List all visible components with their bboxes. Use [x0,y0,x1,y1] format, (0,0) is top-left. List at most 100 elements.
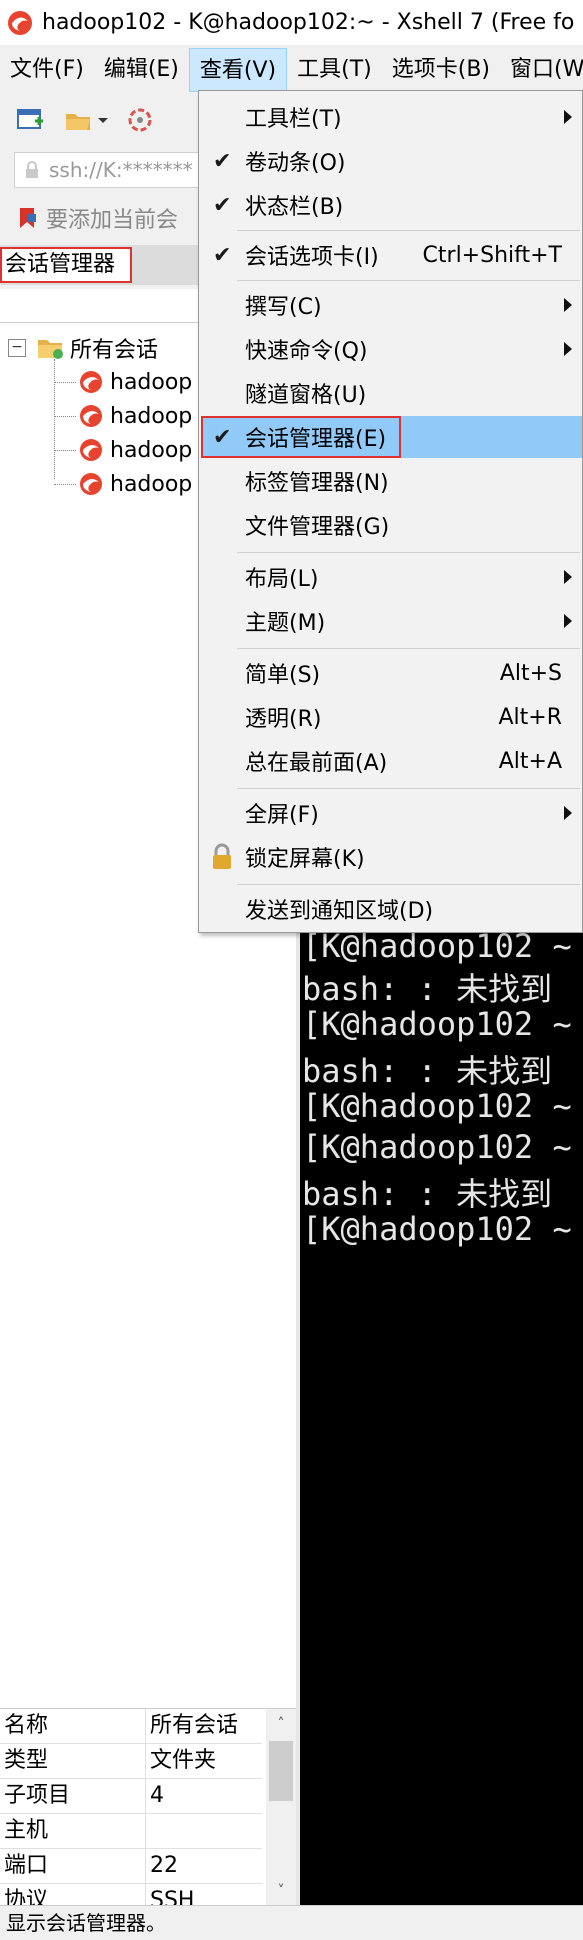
menu-view[interactable]: 查看(V) [188,48,288,92]
property-value [146,1814,262,1848]
view-menu-item-session-manager[interactable]: ✔ 会话管理器(E) [201,416,582,458]
menu-bar: 文件(F) 编辑(E) 查看(V) 工具(T) 选项卡(B) 窗口(W [0,48,583,92]
view-menu-item-scrollbar[interactable]: ✔ 卷动条(O) [201,140,582,182]
tree-root-label: 所有会话 [70,338,159,363]
scroll-up-icon[interactable]: ˄ [274,1717,288,1731]
address-bar[interactable]: ssh://K:******* [14,152,204,188]
view-menu-item-transparent[interactable]: 透明(R) Alt+R [201,696,582,738]
view-menu-item-quick-commands[interactable]: 快速命令(Q) [201,328,582,370]
terminal-line: [K@hadoop102 ~ [302,1005,572,1043]
view-menu-item-fullscreen[interactable]: 全屏(F) [201,792,582,834]
folder-icon [38,340,63,359]
menu-tabs[interactable]: 选项卡(B) [382,48,500,92]
session-item[interactable]: hadoop [54,401,192,431]
menu-separator [237,230,580,231]
view-menu-item-tag-manager[interactable]: 标签管理器(N) [201,460,582,502]
menu-item-label: 撰写(C) [245,295,322,320]
menu-item-shortcut: Alt+S [499,660,562,686]
menu-item-label: 快速命令(Q) [245,339,368,364]
menu-separator [237,788,580,789]
view-menu-item-tunneling-pane[interactable]: 隧道窗格(U) [201,372,582,414]
terminal-line: [K@hadoop102 ~ [302,1087,572,1125]
session-label: hadoop [110,471,193,497]
title-bar: hadoop102 - K@hadoop102:~ - Xshell 7 (Fr… [0,0,583,45]
submenu-arrow-icon [564,342,572,356]
links-bar[interactable]: 要添加当前会 [18,200,208,236]
property-key: 主机 [0,1814,146,1848]
padlock-icon [213,843,231,869]
open-button[interactable] [60,102,96,138]
xshell-app-icon [8,10,32,35]
terminal-line: bash: : 未找到 [302,970,553,1008]
view-menu-item-toolbar[interactable]: 工具栏(T) [201,96,582,138]
session-search-input[interactable] [0,289,200,323]
property-row: 端口 22 [0,1849,262,1884]
view-menu-item-layout[interactable]: 布局(L) [201,556,582,598]
submenu-arrow-icon [564,570,572,584]
property-value: 文件夹 [150,1748,217,1773]
session-icon [80,473,102,495]
property-key: 名称 [0,1709,146,1743]
property-value: 22 [150,1853,178,1878]
links-hint-text: 要添加当前会 [46,208,179,233]
lock-icon [26,161,38,178]
scroll-down-icon[interactable]: ˅ [274,1884,288,1898]
properties-scrollbar[interactable]: ˄ ˅ [266,1709,296,1906]
view-menu-item-theme[interactable]: 主题(M) [201,600,582,642]
session-item[interactable]: hadoop [54,469,192,499]
tree-root-all-sessions[interactable]: − 所有会话 [8,333,158,363]
property-key: 子项目 [0,1779,146,1813]
menu-item-label: 会话选项卡(I) [245,245,379,270]
address-text: ssh://K:******* [49,158,193,182]
session-item[interactable]: hadoop [54,367,192,397]
status-bar: 显示会话管理器。 [0,1905,583,1940]
view-menu-item-lock-screen[interactable]: 锁定屏幕(K) [201,836,582,878]
view-menu-item-always-on-top[interactable]: 总在最前面(A) Alt+A [201,740,582,782]
view-menu-item-statusbar[interactable]: ✔ 状态栏(B) [201,184,582,226]
submenu-arrow-icon [564,298,572,312]
view-menu-item-send-to-tray[interactable]: 发送到通知区域(D) [201,888,582,930]
view-menu-item-session-tabs[interactable]: ✔ 会话选项卡(I) Ctrl+Shift+T [201,234,582,276]
menu-window[interactable]: 窗口(W [500,48,583,92]
open-dropdown-button[interactable] [96,102,110,138]
menu-item-shortcut: Alt+R [498,704,562,730]
session-icon [80,439,102,461]
menu-item-label: 布局(L) [245,567,319,592]
tree-branch [54,449,76,451]
property-row: 子项目 4 [0,1779,262,1814]
tree-branch [54,415,76,417]
session-item[interactable]: hadoop [54,435,192,465]
collapse-icon[interactable]: − [8,339,26,357]
menu-edit[interactable]: 编辑(E) [94,48,189,92]
menu-item-label: 简单(S) [245,663,321,688]
toolbar [0,95,200,145]
menu-separator [237,552,580,553]
menu-file[interactable]: 文件(F) [0,48,94,92]
disconnect-button[interactable] [122,102,158,138]
submenu-arrow-icon [564,614,572,628]
menu-separator [237,280,580,281]
tree-branch [54,483,76,485]
check-icon: ✔ [213,242,232,268]
disconnect-icon [128,108,152,132]
new-session-button[interactable] [12,102,48,138]
view-menu-item-compose[interactable]: 撰写(C) [201,284,582,326]
submenu-arrow-icon [564,806,572,820]
session-label: hadoop [110,403,193,429]
session-properties: 名称 所有会话 类型 文件夹 子项目 4 主机 端口 22 协议 SSH ˄ ˅ [0,1708,296,1919]
menu-tools[interactable]: 工具(T) [287,48,382,92]
view-menu-item-file-manager[interactable]: 文件管理器(G) [201,504,582,546]
check-icon: ✔ [213,424,232,450]
property-row: 类型 文件夹 [0,1744,262,1779]
view-menu-dropdown: 工具栏(T) ✔ 卷动条(O) ✔ 状态栏(B) ✔ 会话选项卡(I) Ctrl… [198,90,583,933]
submenu-arrow-icon [564,110,572,124]
terminal-line: [K@hadoop102 ~ [302,1210,572,1248]
menu-separator [237,648,580,649]
property-row: 名称 所有会话 [0,1709,262,1744]
scrollbar-thumb[interactable] [269,1741,293,1801]
menu-item-label: 发送到通知区域(D) [245,899,434,924]
property-value: 所有会话 [150,1713,239,1738]
session-label: hadoop [110,437,193,463]
session-manager-title: 会话管理器 [0,247,132,283]
view-menu-item-simple[interactable]: 简单(S) Alt+S [201,652,582,694]
